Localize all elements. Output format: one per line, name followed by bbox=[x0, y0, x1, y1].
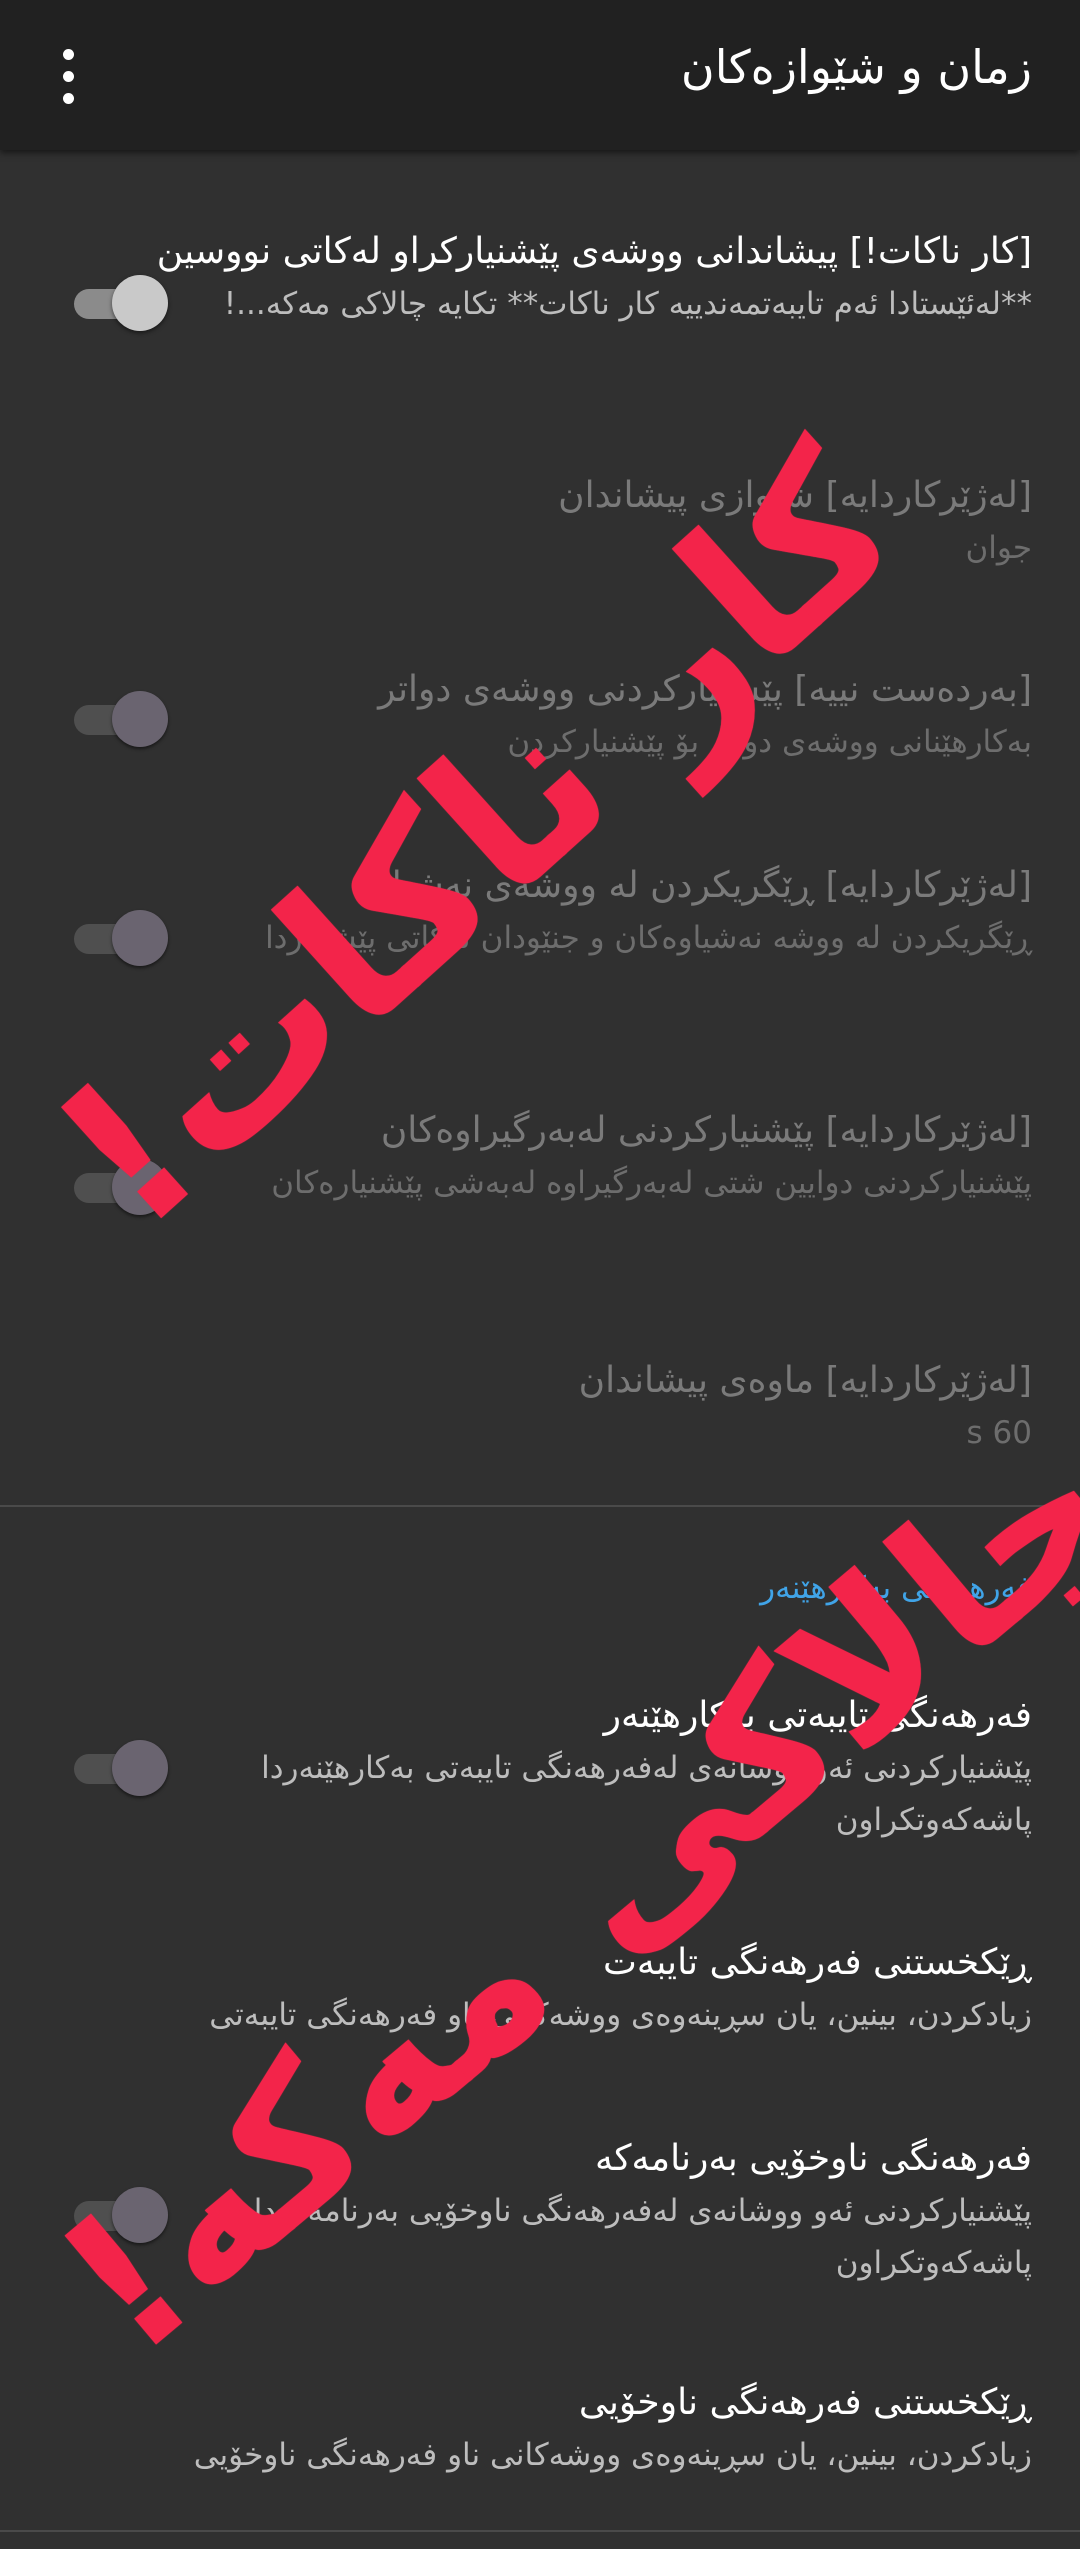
pref-clipboard-suggestions: [لەژێرکاردایە] پێشنیارکردنی لەبەرگیراوەک… bbox=[0, 1105, 1080, 1265]
category-user-dictionary: فەرهەنگی بەکارهێنەر bbox=[760, 1570, 1032, 1606]
section-divider bbox=[0, 2530, 1080, 2532]
pref-title: [لەژێرکاردایە] ماوەی پیشاندان bbox=[578, 1360, 1032, 1401]
pref-user-dictionary[interactable]: فەرهەنگی تایبەتی بەکارهێنەر پێشنیارکردنی… bbox=[0, 1690, 1080, 1850]
toggle-switch[interactable] bbox=[74, 273, 168, 333]
toggle-switch bbox=[74, 1157, 168, 1217]
more-vert-icon bbox=[62, 48, 74, 104]
pref-manage-user-dictionary[interactable]: ڕێکخستنی فەرهەنگی تایبەت زیادکردن، بینین… bbox=[0, 1937, 1080, 2047]
pref-title: ڕێکخستنی فەرهەنگی ناوخۆیی bbox=[578, 2382, 1032, 2423]
pref-title: [لەژێرکاردایە] پێشنیارکردنی لەبەرگیراوەک… bbox=[380, 1110, 1032, 1151]
pref-summary: بەکارهێنانی ووشەی دواتر بۆ پێشنیارکردن bbox=[507, 724, 1032, 760]
pref-display-style: [لەژێرکاردایە] شێوازی پیشاندان جوان bbox=[0, 470, 1080, 580]
pref-title: فەرهەنگی ناوخۆیی بەرنامەکە bbox=[595, 2138, 1032, 2179]
section-divider bbox=[0, 1505, 1080, 1507]
page-title: زمان و شێوازەکان bbox=[680, 40, 1032, 94]
pref-title: [لەژێرکاردایە] شێوازی پیشاندان bbox=[558, 475, 1032, 516]
pref-summary: پێشنیارکردنی ئەو ووشانەی لەفەرهەنگی تایب… bbox=[261, 1750, 1032, 1838]
pref-builtin-dictionary[interactable]: فەرهەنگی ناوخۆیی بەرنامەکە پێشنیارکردنی … bbox=[0, 2133, 1080, 2293]
pref-show-suggestions[interactable]: [کار ناکات!] پیشاندانی ووشەی پێشنیارکراو… bbox=[0, 222, 1080, 382]
pref-summary: ڕێگریکردن لە ووشە نەشیاوەکان و جنێودان ل… bbox=[265, 920, 1032, 956]
app-bar: زمان و شێوازەکان bbox=[0, 0, 1080, 150]
pref-manage-builtin-dictionary[interactable]: ڕێکخستنی فەرهەنگی ناوخۆیی زیادکردن، بینی… bbox=[0, 2377, 1080, 2487]
pref-title: [لەژێرکاردایە] ڕێگریکردن لە ووشەی نەشیاو bbox=[374, 865, 1032, 906]
pref-summary: پێشنیارکردنی دوایین شتی لەبەرگیراوە لەبە… bbox=[271, 1165, 1032, 1201]
pref-summary: 60 s bbox=[966, 1415, 1032, 1451]
pref-title: ڕێکخستنی فەرهەنگی تایبەت bbox=[603, 1942, 1032, 1983]
pref-display-duration: [لەژێرکاردایە] ماوەی پیشاندان 60 s bbox=[0, 1355, 1080, 1465]
toggle-switch[interactable] bbox=[74, 2185, 168, 2245]
pref-next-word-suggestion: [بەردەست نییە] پێشنیارکردنی ووشەی دواتر … bbox=[0, 664, 1080, 774]
toggle-switch[interactable] bbox=[74, 1738, 168, 1798]
pref-title: [بەردەست نییە] پێشنیارکردنی ووشەی دواتر bbox=[378, 669, 1032, 710]
toggle-switch bbox=[74, 689, 168, 749]
toggle-switch bbox=[74, 908, 168, 968]
pref-summary: زیادکردن، بینین، یان سڕینەوەی ووشەکانی ن… bbox=[193, 2437, 1032, 2473]
pref-summary: پێشنیارکردنی ئەو ووشانەی لەفەرهەنگی ناوخ… bbox=[253, 2193, 1032, 2281]
pref-title: فەرهەنگی تایبەتی بەکارهێنەر bbox=[603, 1695, 1032, 1736]
pref-summary: **لەئێستادا ئەم تایبەتمەندییە کار ناکات*… bbox=[223, 286, 1032, 322]
more-options-button[interactable] bbox=[40, 36, 96, 116]
pref-summary: جوان bbox=[965, 530, 1032, 566]
pref-summary: زیادکردن، بینین، یان سڕینەوەی ووشەکانی ن… bbox=[209, 1997, 1032, 2033]
pref-title: [کار ناکات!] پیشاندانی ووشەی پێشنیارکراو… bbox=[156, 231, 1032, 272]
pref-block-offensive: [لەژێرکاردایە] ڕێگریکردن لە ووشەی نەشیاو… bbox=[0, 860, 1080, 1020]
